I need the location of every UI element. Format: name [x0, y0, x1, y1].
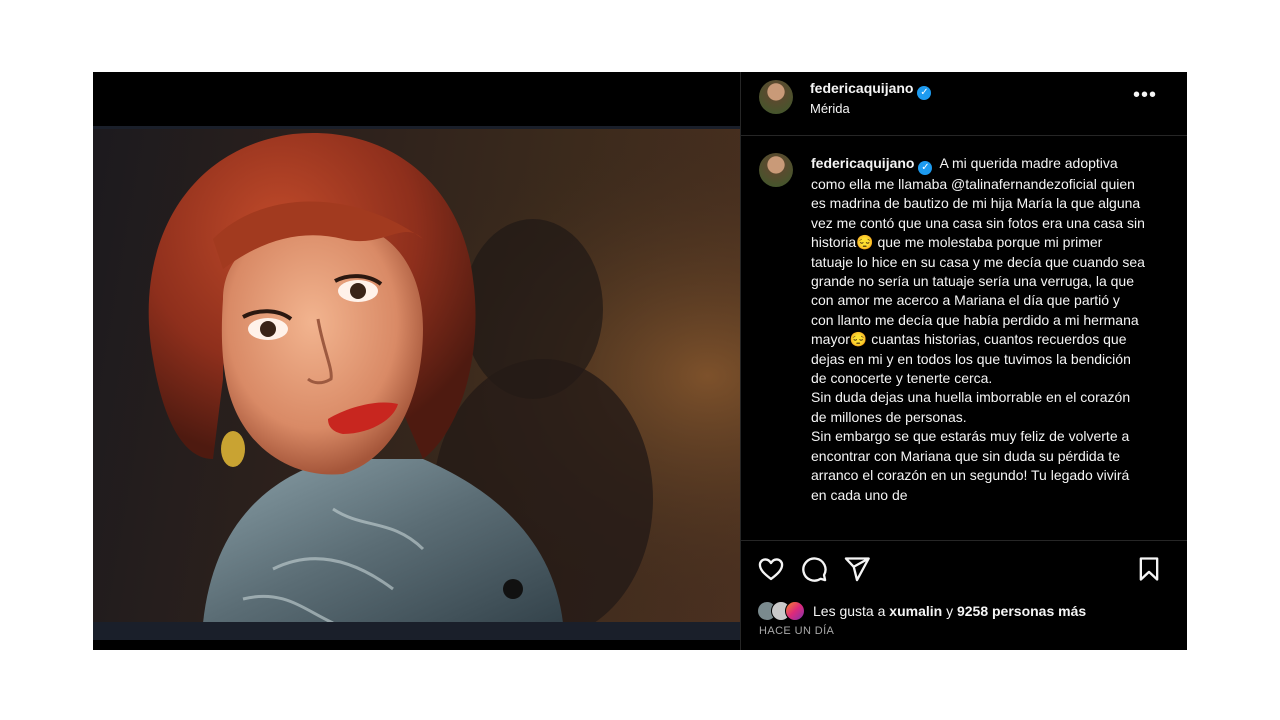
likes-middle: y	[946, 603, 954, 619]
comment-icon[interactable]	[800, 555, 828, 583]
instagram-post: federicaquijano ✓ Mérida ••• federicaquij…	[93, 72, 1187, 650]
post-side-panel: federicaquijano ✓ Mérida ••• federicaquij…	[741, 72, 1187, 650]
author-avatar[interactable]	[759, 80, 793, 114]
caption-paragraph-1: federicaquijano ✓ A mi querida madre adop…	[811, 154, 1146, 388]
likes-summary: Les gusta a xumalin y 9258 personas más	[757, 601, 1086, 621]
caption-avatar[interactable]	[759, 153, 793, 187]
author-username[interactable]: federicaquijano	[810, 80, 913, 96]
photo-border-bottom	[93, 622, 740, 640]
caption-scroll-area[interactable]: federicaquijano ✓ A mi querida madre adop…	[741, 136, 1187, 540]
post-timestamp[interactable]: HACE UN DÍA	[759, 625, 834, 637]
post-location[interactable]: Mérida	[810, 101, 850, 116]
post-media[interactable]	[93, 72, 740, 650]
post-actions: Les gusta a xumalin y 9258 personas más …	[741, 540, 1187, 651]
caption-text: federicaquijano ✓ A mi querida madre adop…	[811, 154, 1146, 505]
caption-paragraph-2: Sin duda dejas una huella imborrable en …	[811, 389, 1131, 425]
caption-username[interactable]: federicaquijano	[811, 155, 914, 171]
author-name-row: federicaquijano ✓	[810, 80, 932, 100]
liker-avatar	[785, 601, 805, 621]
verified-badge-icon: ✓	[918, 161, 933, 175]
liker-avatars[interactable]	[757, 601, 805, 621]
heart-icon[interactable]	[757, 555, 785, 583]
caption-body-1: A mi querida madre adoptiva como ella me…	[811, 155, 1145, 387]
bookmark-icon[interactable]	[1135, 555, 1163, 583]
likes-count-link[interactable]: 9258 personas más	[957, 603, 1086, 619]
caption-paragraph-3: Sin embargo se que estarás muy feliz de …	[811, 428, 1130, 503]
likes-user-link[interactable]: xumalin	[889, 603, 942, 619]
likes-prefix: Les gusta a	[813, 603, 886, 619]
more-options-button[interactable]: •••	[1133, 84, 1157, 107]
post-header: federicaquijano ✓ Mérida •••	[741, 72, 1187, 136]
verified-badge-icon: ✓	[917, 86, 932, 100]
post-photo[interactable]	[93, 129, 740, 623]
share-icon[interactable]	[843, 555, 871, 583]
